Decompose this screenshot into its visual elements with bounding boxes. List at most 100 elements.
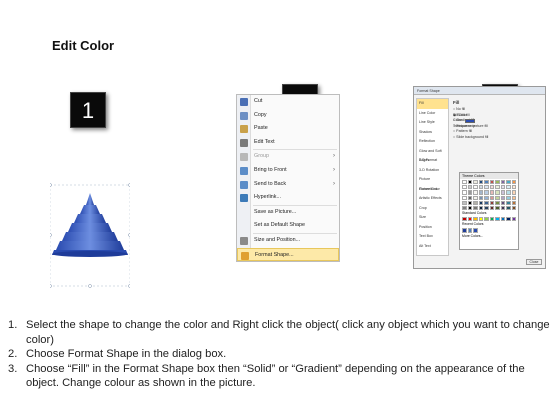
color-swatch[interactable] <box>473 228 478 233</box>
sidebar-item-picture-color[interactable]: Picture Color <box>417 185 448 195</box>
color-swatch[interactable] <box>495 180 500 185</box>
close-button[interactable]: Close <box>526 259 542 265</box>
color-swatch[interactable] <box>495 200 500 205</box>
sidebar-item-artistic-effects[interactable]: Artistic Effects <box>417 194 448 204</box>
color-swatch[interactable] <box>462 205 467 211</box>
color-swatch[interactable] <box>511 190 516 195</box>
sidebar-item-position[interactable]: Position <box>417 223 448 233</box>
color-swatch[interactable] <box>506 195 511 200</box>
color-swatch[interactable] <box>473 180 478 185</box>
color-swatch[interactable] <box>484 200 489 205</box>
color-swatch[interactable] <box>467 228 473 233</box>
color-swatch[interactable] <box>484 195 489 200</box>
menu-item-format-shape[interactable]: Format Shape... <box>237 247 339 262</box>
menu-item-copy[interactable]: Copy <box>237 109 339 123</box>
color-swatch[interactable] <box>467 200 472 205</box>
color-swatch[interactable] <box>506 205 511 211</box>
color-swatch[interactable] <box>462 180 467 185</box>
color-swatch[interactable] <box>506 200 511 205</box>
color-swatch[interactable] <box>500 195 505 200</box>
menu-item-send-to-back[interactable]: Send to Back › <box>237 178 339 192</box>
color-swatch[interactable] <box>462 200 467 205</box>
color-swatch[interactable] <box>489 195 494 200</box>
color-swatch[interactable] <box>478 180 483 185</box>
color-swatch[interactable] <box>467 217 472 222</box>
color-swatch[interactable] <box>495 190 500 195</box>
color-swatch[interactable] <box>473 190 478 195</box>
color-swatch[interactable] <box>473 205 478 211</box>
sidebar-item-text-box[interactable]: Text Box <box>417 232 448 242</box>
sidebar-item-alt-text[interactable]: Alt Text <box>417 242 448 252</box>
color-swatch[interactable] <box>467 185 472 190</box>
menu-item-save-as-picture[interactable]: Save as Picture... <box>237 206 339 220</box>
color-swatch[interactable] <box>495 185 500 190</box>
color-swatch[interactable] <box>511 205 516 211</box>
menu-item-set-as-default-shape[interactable]: Set as Default Shape <box>237 219 339 233</box>
menu-item-size-and-position[interactable]: Size and Position... <box>237 234 339 248</box>
color-swatch[interactable] <box>478 205 483 211</box>
color-swatch[interactable] <box>478 217 483 222</box>
sidebar-item-crop[interactable]: Crop <box>417 204 448 214</box>
color-swatch[interactable] <box>473 195 478 200</box>
color-swatch[interactable] <box>489 205 494 211</box>
color-swatch[interactable] <box>462 228 467 233</box>
sidebar-item-glow-and-soft-edges[interactable]: Glow and Soft Edges <box>417 147 448 163</box>
sidebar-item-3-d-rotation[interactable]: 3-D Rotation <box>417 166 448 176</box>
color-swatch[interactable] <box>506 180 511 185</box>
color-swatch[interactable] <box>473 217 478 222</box>
color-swatch[interactable] <box>484 185 489 190</box>
color-swatch[interactable] <box>489 200 494 205</box>
color-swatch[interactable] <box>506 190 511 195</box>
color-swatch[interactable] <box>500 205 505 211</box>
color-swatch[interactable] <box>473 200 478 205</box>
color-swatch[interactable] <box>484 205 489 211</box>
color-swatch[interactable] <box>484 190 489 195</box>
color-swatch[interactable] <box>462 217 467 222</box>
color-swatch[interactable] <box>511 217 516 222</box>
color-swatch[interactable] <box>484 217 489 222</box>
color-swatch[interactable] <box>500 217 505 222</box>
color-swatch[interactable] <box>511 180 516 185</box>
color-swatch[interactable] <box>478 190 483 195</box>
menu-item-edit-text[interactable]: Edit Text <box>237 136 339 150</box>
sidebar-item-size[interactable]: Size <box>417 213 448 223</box>
color-swatch[interactable] <box>511 195 516 200</box>
sidebar-item-reflection[interactable]: Reflection <box>417 137 448 147</box>
color-swatch[interactable] <box>511 200 516 205</box>
color-swatch[interactable] <box>462 190 467 195</box>
color-swatch[interactable] <box>489 180 494 185</box>
sidebar-item-shadow[interactable]: Shadow <box>417 128 448 138</box>
color-swatch[interactable] <box>500 200 505 205</box>
color-swatch[interactable] <box>506 217 511 222</box>
fill-option-radio[interactable]: ○ Slide background fill <box>453 135 493 141</box>
color-swatch[interactable] <box>489 217 494 222</box>
color-swatch[interactable] <box>511 185 516 190</box>
color-swatch[interactable] <box>467 195 472 200</box>
sidebar-item-line-color[interactable]: Line Color <box>417 109 448 119</box>
color-swatch[interactable] <box>462 185 467 190</box>
menu-item-group[interactable]: Group › <box>237 150 339 164</box>
sidebar-item-fill[interactable]: Fill <box>417 99 448 109</box>
color-swatch[interactable] <box>500 180 505 185</box>
color-swatch[interactable] <box>478 195 483 200</box>
menu-item-cut[interactable]: Cut <box>237 95 339 109</box>
color-swatch[interactable] <box>467 205 472 211</box>
color-swatch[interactable] <box>495 205 500 211</box>
color-swatch[interactable] <box>484 180 489 185</box>
color-swatch[interactable] <box>489 185 494 190</box>
color-swatch[interactable] <box>462 195 467 200</box>
color-swatch[interactable] <box>500 185 505 190</box>
color-swatch[interactable] <box>478 200 483 205</box>
pyramid-shape[interactable] <box>50 183 130 288</box>
color-swatch[interactable] <box>467 180 472 185</box>
color-dropdown[interactable] <box>464 118 475 123</box>
color-swatch[interactable] <box>495 195 500 200</box>
color-swatch[interactable] <box>478 185 483 190</box>
color-swatch[interactable] <box>495 217 500 222</box>
color-swatch[interactable] <box>500 190 505 195</box>
sidebar-item-3-d-format[interactable]: 3-D Format <box>417 156 448 166</box>
color-swatch[interactable] <box>467 190 472 195</box>
menu-item-hyperlink[interactable]: Hyperlink... <box>237 191 339 205</box>
color-swatch[interactable] <box>489 190 494 195</box>
sidebar-item-picture-corrections[interactable]: Picture Corrections <box>417 175 448 191</box>
